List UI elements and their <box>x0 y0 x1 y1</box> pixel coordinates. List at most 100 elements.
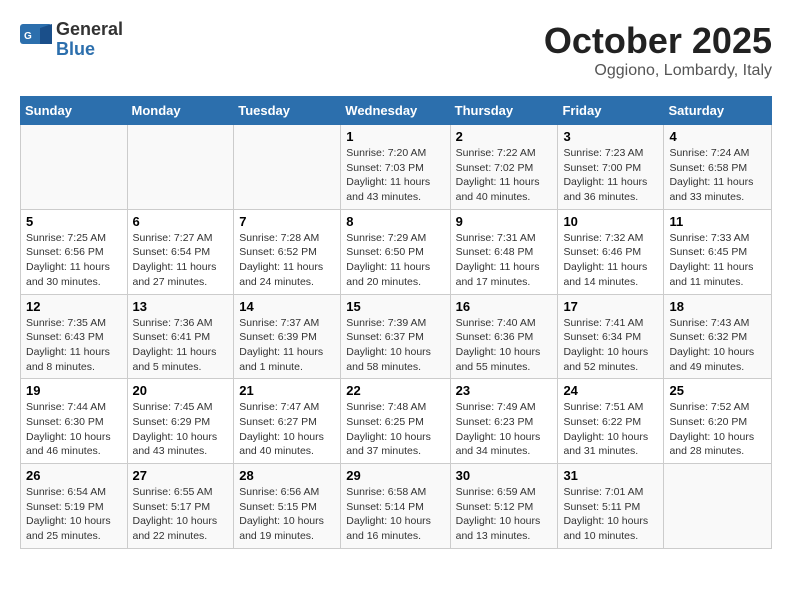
calendar-cell: 20Sunrise: 7:45 AM Sunset: 6:29 PM Dayli… <box>127 379 234 464</box>
day-info: Sunrise: 7:33 AM Sunset: 6:45 PM Dayligh… <box>669 231 766 290</box>
logo-general: General <box>56 20 123 40</box>
day-number: 3 <box>563 129 658 144</box>
calendar-cell: 1Sunrise: 7:20 AM Sunset: 7:03 PM Daylig… <box>341 125 450 210</box>
day-info: Sunrise: 7:47 AM Sunset: 6:27 PM Dayligh… <box>239 400 335 459</box>
calendar-cell: 11 Sunrise: 7:33 AM Sunset: 6:45 PM Dayli… <box>664 209 772 294</box>
calendar-cell: 28 Sunrise: 6:56 AM Sunset: 5:15 PM Dayli… <box>234 464 341 549</box>
day-info: Sunrise: 6:55 AM Sunset: 5:17 PM Dayligh… <box>133 485 229 544</box>
day-number: 26 <box>26 468 122 483</box>
day-info: Sunrise: 7:24 AM Sunset: 6:58 PM Dayligh… <box>669 146 766 205</box>
calendar-cell: 5 Sunrise: 7:25 AM Sunset: 6:56 PM Daylig… <box>21 209 128 294</box>
day-info: Sunrise: 6:59 AM Sunset: 5:12 PM Dayligh… <box>456 485 553 544</box>
day-number: 23 <box>456 383 553 398</box>
calendar-week-row: 19 Sunrise: 7:44 AM Sunset: 6:30 PM Dayli… <box>21 379 772 464</box>
calendar-cell: 9Sunrise: 7:31 AM Sunset: 6:48 PM Daylig… <box>450 209 558 294</box>
calendar-week-row: 26 Sunrise: 6:54 AM Sunset: 5:19 PM Dayli… <box>21 464 772 549</box>
title-block: October 2025 Oggiono, Lombardy, Italy <box>544 20 772 80</box>
calendar-cell: 23 Sunrise: 7:49 AM Sunset: 6:23 PM Dayli… <box>450 379 558 464</box>
day-header-thursday: Thursday <box>450 97 558 125</box>
day-info: Sunrise: 7:48 AM Sunset: 6:25 PM Dayligh… <box>346 400 444 459</box>
day-info: Sunrise: 7:27 AM Sunset: 6:54 PM Dayligh… <box>133 231 229 290</box>
month-title: October 2025 <box>544 20 772 62</box>
day-info: Sunrise: 7:40 AM Sunset: 6:36 PM Dayligh… <box>456 316 553 375</box>
calendar-cell: 2 Sunrise: 7:22 AM Sunset: 7:02 PM Daylig… <box>450 125 558 210</box>
day-number: 29 <box>346 468 444 483</box>
calendar-cell: 8 Sunrise: 7:29 AM Sunset: 6:50 PM Daylig… <box>341 209 450 294</box>
day-header-tuesday: Tuesday <box>234 97 341 125</box>
day-info: Sunrise: 6:56 AM Sunset: 5:15 PM Dayligh… <box>239 485 335 544</box>
day-info: Sunrise: 7:52 AM Sunset: 6:20 PM Dayligh… <box>669 400 766 459</box>
logo-icon: G <box>20 24 52 56</box>
logo-text: General Blue <box>56 20 123 60</box>
calendar-week-row: 1Sunrise: 7:20 AM Sunset: 7:03 PM Daylig… <box>21 125 772 210</box>
calendar-cell <box>127 125 234 210</box>
calendar-week-row: 12 Sunrise: 7:35 AM Sunset: 6:43 PM Dayli… <box>21 294 772 379</box>
calendar-cell: 3 Sunrise: 7:23 AM Sunset: 7:00 PM Daylig… <box>558 125 664 210</box>
day-number: 8 <box>346 214 444 229</box>
day-info: Sunrise: 7:37 AM Sunset: 6:39 PM Dayligh… <box>239 316 335 375</box>
calendar-cell: 12 Sunrise: 7:35 AM Sunset: 6:43 PM Dayli… <box>21 294 128 379</box>
calendar-cell <box>21 125 128 210</box>
calendar-cell: 25Sunrise: 7:52 AM Sunset: 6:20 PM Dayli… <box>664 379 772 464</box>
day-number: 5 <box>26 214 122 229</box>
day-number: 31 <box>563 468 658 483</box>
day-info: Sunrise: 7:49 AM Sunset: 6:23 PM Dayligh… <box>456 400 553 459</box>
calendar-cell: 17 Sunrise: 7:41 AM Sunset: 6:34 PM Dayli… <box>558 294 664 379</box>
calendar-cell: 27Sunrise: 6:55 AM Sunset: 5:17 PM Dayli… <box>127 464 234 549</box>
day-number: 30 <box>456 468 553 483</box>
day-number: 7 <box>239 214 335 229</box>
calendar-cell: 16 Sunrise: 7:40 AM Sunset: 6:36 PM Dayli… <box>450 294 558 379</box>
day-info: Sunrise: 7:41 AM Sunset: 6:34 PM Dayligh… <box>563 316 658 375</box>
day-info: Sunrise: 7:35 AM Sunset: 6:43 PM Dayligh… <box>26 316 122 375</box>
calendar-cell: 19 Sunrise: 7:44 AM Sunset: 6:30 PM Dayli… <box>21 379 128 464</box>
calendar-week-row: 5 Sunrise: 7:25 AM Sunset: 6:56 PM Daylig… <box>21 209 772 294</box>
day-number: 10 <box>563 214 658 229</box>
day-number: 12 <box>26 299 122 314</box>
calendar-cell: 21 Sunrise: 7:47 AM Sunset: 6:27 PM Dayli… <box>234 379 341 464</box>
day-number: 19 <box>26 383 122 398</box>
day-number: 18 <box>669 299 766 314</box>
day-info: Sunrise: 7:39 AM Sunset: 6:37 PM Dayligh… <box>346 316 444 375</box>
day-info: Sunrise: 7:32 AM Sunset: 6:46 PM Dayligh… <box>563 231 658 290</box>
day-info: Sunrise: 7:44 AM Sunset: 6:30 PM Dayligh… <box>26 400 122 459</box>
calendar-cell: 29 Sunrise: 6:58 AM Sunset: 5:14 PM Dayli… <box>341 464 450 549</box>
calendar-cell: 18 Sunrise: 7:43 AM Sunset: 6:32 PM Dayli… <box>664 294 772 379</box>
day-number: 2 <box>456 129 553 144</box>
day-number: 1 <box>346 129 444 144</box>
day-number: 21 <box>239 383 335 398</box>
calendar-cell: 24Sunrise: 7:51 AM Sunset: 6:22 PM Dayli… <box>558 379 664 464</box>
day-number: 16 <box>456 299 553 314</box>
day-header-friday: Friday <box>558 97 664 125</box>
day-info: Sunrise: 7:01 AM Sunset: 5:11 PM Dayligh… <box>563 485 658 544</box>
day-header-wednesday: Wednesday <box>341 97 450 125</box>
day-info: Sunrise: 7:29 AM Sunset: 6:50 PM Dayligh… <box>346 231 444 290</box>
day-number: 13 <box>133 299 229 314</box>
day-info: Sunrise: 7:25 AM Sunset: 6:56 PM Dayligh… <box>26 231 122 290</box>
calendar-cell: 6 Sunrise: 7:27 AM Sunset: 6:54 PM Daylig… <box>127 209 234 294</box>
calendar-cell <box>234 125 341 210</box>
day-number: 17 <box>563 299 658 314</box>
calendar-cell: 10 Sunrise: 7:32 AM Sunset: 6:46 PM Dayli… <box>558 209 664 294</box>
location-subtitle: Oggiono, Lombardy, Italy <box>544 62 772 80</box>
day-info: Sunrise: 7:22 AM Sunset: 7:02 PM Dayligh… <box>456 146 553 205</box>
logo-blue: Blue <box>56 40 123 60</box>
calendar-cell: 31 Sunrise: 7:01 AM Sunset: 5:11 PM Dayli… <box>558 464 664 549</box>
day-info: Sunrise: 7:36 AM Sunset: 6:41 PM Dayligh… <box>133 316 229 375</box>
day-number: 28 <box>239 468 335 483</box>
day-number: 4 <box>669 129 766 144</box>
day-number: 22 <box>346 383 444 398</box>
calendar-table: SundayMondayTuesdayWednesdayThursdayFrid… <box>20 96 772 549</box>
logo: G General Blue <box>20 20 123 60</box>
day-info: Sunrise: 7:45 AM Sunset: 6:29 PM Dayligh… <box>133 400 229 459</box>
calendar-cell: 26 Sunrise: 6:54 AM Sunset: 5:19 PM Dayli… <box>21 464 128 549</box>
day-info: Sunrise: 7:51 AM Sunset: 6:22 PM Dayligh… <box>563 400 658 459</box>
day-info: Sunrise: 7:23 AM Sunset: 7:00 PM Dayligh… <box>563 146 658 205</box>
day-info: Sunrise: 6:54 AM Sunset: 5:19 PM Dayligh… <box>26 485 122 544</box>
day-info: Sunrise: 7:43 AM Sunset: 6:32 PM Dayligh… <box>669 316 766 375</box>
day-number: 6 <box>133 214 229 229</box>
day-header-sunday: Sunday <box>21 97 128 125</box>
day-info: Sunrise: 7:31 AM Sunset: 6:48 PM Dayligh… <box>456 231 553 290</box>
day-info: Sunrise: 7:28 AM Sunset: 6:52 PM Dayligh… <box>239 231 335 290</box>
day-number: 11 <box>669 214 766 229</box>
day-info: Sunrise: 6:58 AM Sunset: 5:14 PM Dayligh… <box>346 485 444 544</box>
